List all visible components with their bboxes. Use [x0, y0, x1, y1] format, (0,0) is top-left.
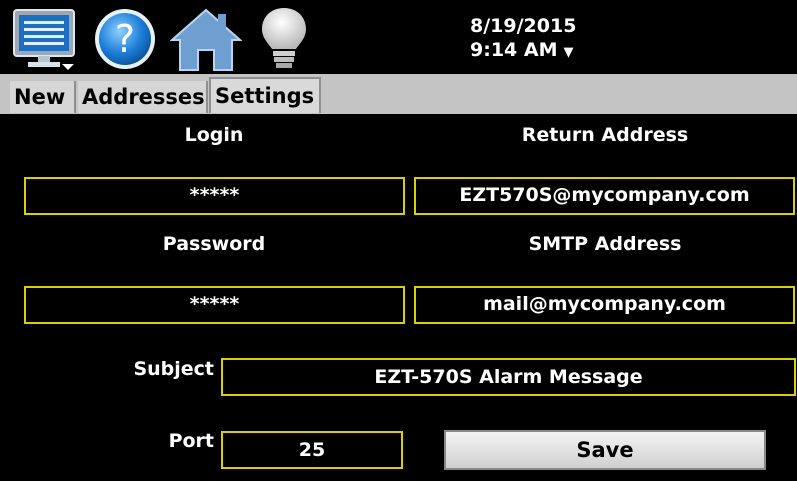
smtp-address-field[interactable]: mail@mycompany.com: [414, 286, 795, 324]
port-field[interactable]: 25: [221, 431, 403, 469]
help-icon[interactable]: ?: [92, 6, 158, 72]
lightbulb-icon[interactable]: [258, 6, 310, 72]
subject-field[interactable]: EZT-570S Alarm Message: [221, 358, 796, 396]
login-label: Login: [184, 124, 244, 146]
password-field[interactable]: *****: [24, 286, 405, 324]
return-address-field[interactable]: EZT570S@mycompany.com: [414, 177, 795, 215]
port-label: Port: [168, 430, 214, 452]
home-icon[interactable]: [169, 6, 243, 72]
dropdown-arrow-icon: ▼: [563, 45, 574, 60]
return-address-label: Return Address: [521, 124, 689, 146]
monitor-menu-icon[interactable]: [10, 6, 80, 72]
login-field[interactable]: *****: [24, 177, 405, 215]
subject-label: Subject: [133, 358, 214, 380]
tab-settings[interactable]: Settings: [209, 77, 321, 113]
smtp-address-label: SMTP Address: [528, 233, 682, 255]
password-label: Password: [162, 233, 266, 255]
tab-addresses[interactable]: Addresses: [78, 81, 208, 113]
top-toolbar: ? 8/19/2015 9:14 AM ▼: [0, 0, 797, 74]
save-button[interactable]: Save: [444, 430, 766, 470]
clock-display[interactable]: 8/19/2015 9:14 AM ▼: [470, 14, 576, 65]
svg-text:?: ?: [115, 17, 135, 61]
date-text: 8/19/2015: [470, 15, 577, 37]
tab-bar: New Addresses Settings: [0, 74, 797, 114]
tab-new[interactable]: New: [10, 81, 76, 113]
time-text: 9:14 AM: [470, 39, 558, 61]
